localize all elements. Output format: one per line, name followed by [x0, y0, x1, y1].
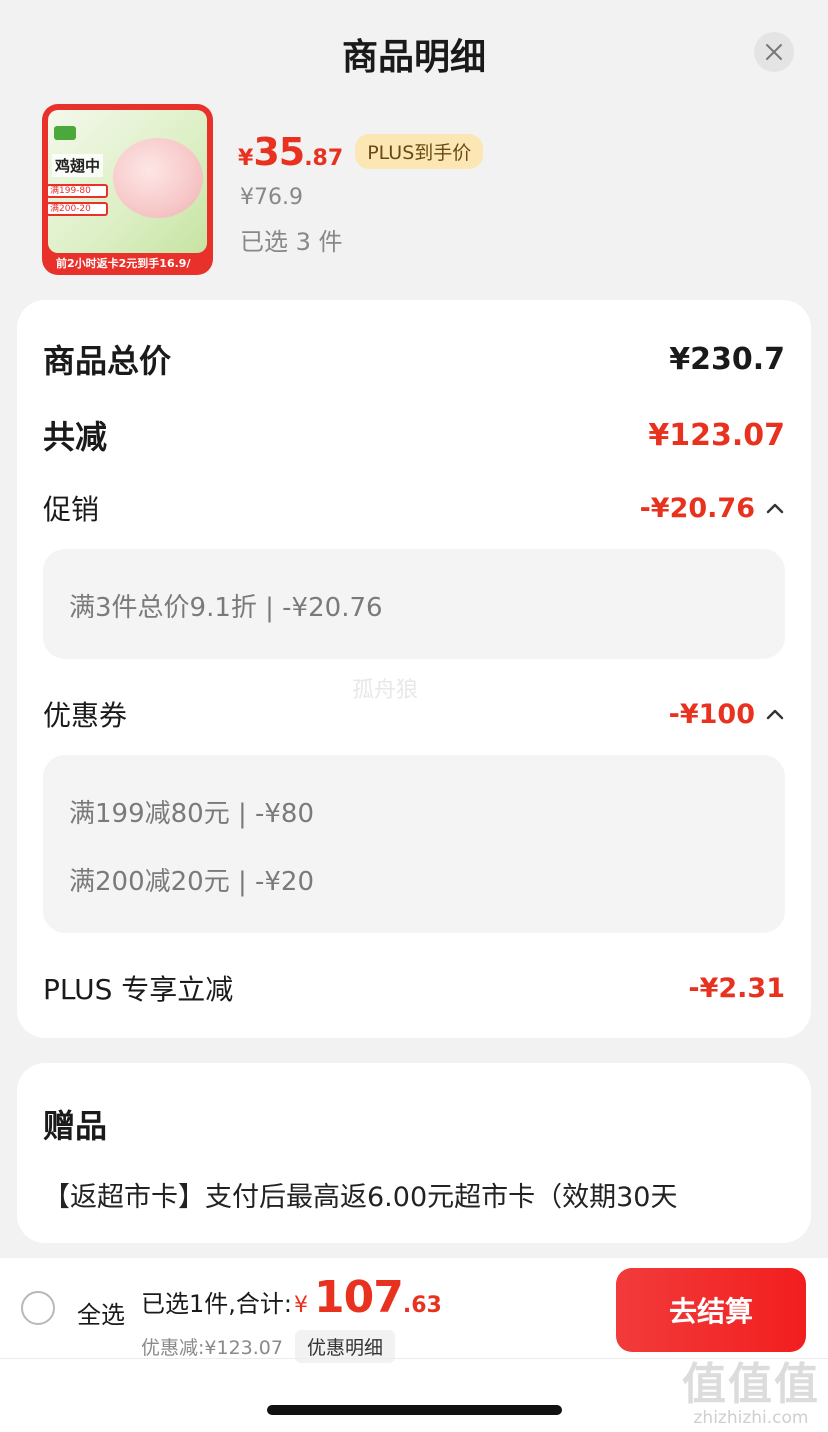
promo-amount: -¥20.76	[639, 492, 755, 524]
selected-count: 已选 3 件	[240, 228, 343, 256]
select-all-label[interactable]: 全选	[77, 1295, 125, 1330]
total-currency: ¥	[293, 1293, 308, 1318]
original-price: ¥76.9	[240, 185, 303, 210]
promo-label: 促销	[43, 493, 100, 526]
coupon-amount: -¥100	[668, 698, 755, 730]
price-decimal: .87	[304, 146, 344, 171]
gift-text: 【返超市卡】支付后最高返6.00元超市卡（效期30天	[43, 1182, 678, 1213]
total-decimal: .63	[402, 1293, 442, 1318]
product-image-tag: 满199-80	[46, 184, 108, 198]
close-icon	[766, 44, 782, 60]
site-logo-url: zhizhizhi.com	[693, 1408, 809, 1428]
chevron-up-icon[interactable]	[765, 501, 785, 515]
gift-title: 赠品	[43, 1107, 108, 1145]
total-integer: 107	[313, 1272, 404, 1323]
promo-value[interactable]: -¥20.76	[640, 493, 785, 524]
chevron-up-icon[interactable]	[765, 707, 785, 721]
watermark: 孤舟狼	[352, 678, 419, 703]
total-reduce-value: ¥123.07	[648, 417, 785, 453]
coupon-detail-box: 满199减80元 | -¥80 满200减20元 | -¥20	[43, 755, 785, 933]
product-detail-sheet: 商品明细 鸡翅中 满199-80 满200-20 前2小时返卡2元到手16.9/…	[0, 0, 828, 1432]
checkout-button[interactable]: 去结算	[616, 1268, 806, 1352]
total-price-value: ¥230.7	[669, 341, 785, 377]
plus-discount-label: PLUS 专享立减	[43, 973, 234, 1006]
plus-discount-value: -¥2.31	[688, 972, 785, 1004]
gift-card: 赠品 【返超市卡】支付后最高返6.00元超市卡（效期30天	[17, 1063, 811, 1243]
coupon-value[interactable]: -¥100	[669, 699, 785, 730]
total-reduce-row: 共减 ¥123.07	[43, 412, 785, 458]
total-price-row: 商品总价 ¥230.7	[43, 336, 785, 382]
product-photo	[113, 138, 203, 218]
total-label: 已选1件,合计:	[141, 1290, 292, 1318]
plus-discount-row: PLUS 专享立减 -¥2.31	[43, 968, 785, 1008]
coupon-detail-item: 满199减80元 | -¥80	[69, 799, 315, 829]
brand-logo	[54, 126, 76, 140]
product-image-tag: 满200-20	[46, 202, 108, 216]
coupon-label: 优惠券	[43, 699, 128, 732]
discount-text: 优惠减:¥123.07	[141, 1337, 283, 1359]
promo-detail: 满3件总价9.1折 | -¥20.76	[69, 593, 383, 623]
product-image-banner: 前2小时返卡2元到手16.9/	[56, 257, 191, 270]
site-logo-text: 值值值	[682, 1359, 820, 1410]
plus-price-badge: PLUS到手价	[355, 134, 484, 169]
promo-row[interactable]: 促销 -¥20.76	[43, 488, 785, 528]
total-price-label: 商品总价	[43, 342, 172, 380]
product-image[interactable]: 鸡翅中 满199-80 满200-20 前2小时返卡2元到手16.9/	[42, 104, 213, 275]
price-summary-card: 商品总价 ¥230.7 共减 ¥123.07 促销 -¥20.76 满3件总价9…	[17, 300, 811, 1038]
coupon-detail-item: 满200减20元 | -¥20	[69, 867, 315, 897]
home-indicator	[267, 1405, 562, 1415]
checkout-bar: 全选 已选1件,合计: ¥ 107 .63 优惠减:¥123.07 优惠明细 去…	[0, 1258, 828, 1432]
product-image-name: 鸡翅中	[52, 154, 104, 177]
price-currency: ¥	[238, 146, 254, 171]
price-integer: 35	[253, 130, 305, 174]
total-reduce-label: 共减	[43, 418, 108, 456]
select-all-checkbox[interactable]	[21, 1291, 55, 1325]
product-price: ¥ 35 .87 PLUS到手价	[238, 130, 484, 175]
site-watermark-logo: 值值值 zhizhizhi.com	[682, 1348, 820, 1428]
promo-detail-box: 满3件总价9.1折 | -¥20.76	[43, 549, 785, 659]
page-title: 商品明细	[341, 37, 486, 78]
total-summary: 已选1件,合计: ¥ 107 .63	[141, 1272, 442, 1323]
close-button[interactable]	[754, 32, 794, 72]
